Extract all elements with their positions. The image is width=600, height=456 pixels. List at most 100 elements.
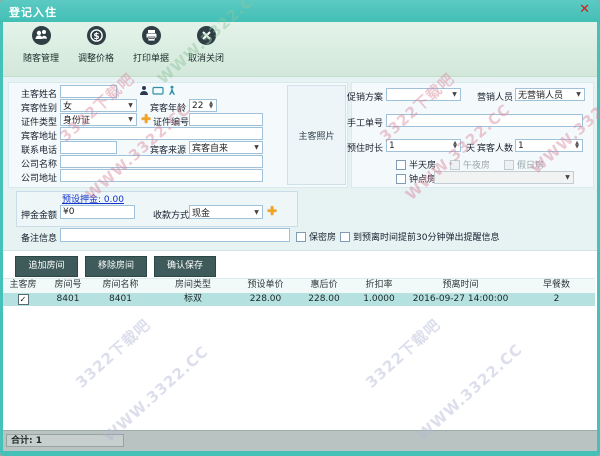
phone-label: 联系电话 [12,143,57,156]
toolbar-button-label: 调整价格 [71,51,121,64]
address-input[interactable] [60,127,263,140]
toolbar-button-label: 随客管理 [16,51,66,64]
preset-deposit-link[interactable]: 预设押金: 0.00 [62,192,124,205]
column-header-9[interactable]: 早餐数 [518,279,595,293]
hourly-select[interactable]: ▼ [434,171,574,184]
room-table-header: 主客房房间号房间名称房间类型预设单价惠后价折扣率预离时间早餐数 [3,278,595,294]
walking-person-icon[interactable] [167,85,177,96]
duration-stepper[interactable]: 1 ▲▼ [386,139,461,152]
payment-method-label: 收款方式 [153,208,189,221]
holiday-checkbox[interactable]: 假日房 [504,158,544,171]
checkin-window: 登记入住 ✕ 随客管理 $ 调整价格 打印单据 取消关闭 [0,0,600,456]
table-cell: 1.0000 [355,293,403,306]
add-room-button[interactable]: 追加房间 [15,256,78,277]
close-icon[interactable]: ✕ [579,3,590,17]
x-icon [197,26,216,45]
guest-photo-label: 主客照片 [298,129,334,142]
column-header-8[interactable]: 预离时间 [403,279,518,293]
table-cell: 2 [518,293,595,306]
chevron-down-icon: ▼ [562,174,573,181]
name-label: 主客姓名 [12,87,57,100]
marketer-select[interactable]: 无营销人员▼ [515,88,585,101]
duration-label: 预住时长 [347,141,383,154]
table-row[interactable]: ✓84018401标双228.00228.001.00002016-09-27 … [3,293,595,306]
manual-no-label: 手工单号 [347,116,383,129]
midnight-checkbox[interactable]: 午夜房 [450,158,490,171]
age-label: 宾客年龄 [150,101,186,114]
adjust-price-button[interactable]: $ 调整价格 [71,26,121,72]
deposit-amount-input[interactable] [60,205,135,219]
toolbar: 随客管理 $ 调整价格 打印单据 取消关闭 [3,22,597,77]
marketer-label: 营销人员 [477,90,513,103]
spinner-arrows-icon[interactable]: ▲▼ [572,142,582,149]
chevron-down-icon: ▼ [125,116,136,123]
window-title: 登记入住 [9,4,57,20]
promo-select[interactable]: ▼ [386,88,461,101]
hourly-checkbox[interactable]: 钟点房 [396,172,436,185]
column-header-5[interactable]: 预设单价 [238,279,293,293]
departure-reminder-checkbox[interactable]: 到预离时间提前30分钟弹出提醒信息 [340,230,499,243]
toolbar-button-label: 取消关闭 [181,51,231,64]
chevron-down-icon: ▼ [125,102,136,109]
column-header-6[interactable]: 惠后价 [293,279,355,293]
add-id-icon[interactable]: ✚ [141,113,151,125]
spinner-arrows-icon[interactable]: ▲▼ [450,142,460,149]
remark-input[interactable] [60,228,290,242]
id-number-input[interactable] [189,113,263,126]
address-label: 宾客地址 [12,129,57,142]
column-header-4[interactable]: 房间类型 [148,279,238,293]
company-address-label: 公司地址 [12,171,57,184]
manual-no-input[interactable] [386,114,583,127]
dollar-icon: $ [87,26,106,45]
toolbar-button-label: 打印单据 [126,51,176,64]
chevron-down-icon: ▼ [251,144,262,151]
gender-select[interactable]: 女▼ [60,99,137,112]
id-type-select[interactable]: 身份证▼ [60,113,137,126]
print-receipt-button[interactable]: 打印单据 [126,26,176,72]
column-header-7[interactable]: 折扣率 [355,279,403,293]
svg-text:$: $ [93,32,99,42]
checkbox-icon [396,160,406,170]
phone-input[interactable] [60,141,117,154]
remove-room-button[interactable]: 移除房间 [85,256,147,277]
column-header-3[interactable]: 房间名称 [93,279,148,293]
people-icon [32,26,51,45]
id-card-icon[interactable] [152,85,164,96]
table-cell: 2016-09-27 14:00:00 [403,293,518,306]
spinner-arrows-icon[interactable]: ▲▼ [206,102,216,109]
checkbox-icon [504,160,514,170]
promo-label: 促销方案 [347,90,383,103]
chevron-down-icon: ▼ [573,91,584,98]
confirm-save-button[interactable]: 确认保存 [154,256,216,277]
column-header-1[interactable]: 主客房 [3,279,43,293]
main-room-checkbox[interactable]: ✓ [18,294,29,305]
checkbox-icon [340,232,350,242]
half-day-checkbox[interactable]: 半天房 [396,158,436,171]
id-type-label: 证件类型 [12,115,57,128]
checkbox-icon [296,232,306,242]
company-address-input[interactable] [60,169,263,182]
add-payment-icon[interactable]: ✚ [267,205,277,217]
chevron-down-icon: ▼ [449,91,460,98]
gender-label: 宾客性别 [12,101,57,114]
secret-room-checkbox[interactable]: 保密房 [296,230,336,243]
companion-manage-button[interactable]: 随客管理 [16,26,66,72]
checkbox-icon [396,174,406,184]
person-icon[interactable] [139,85,149,96]
payment-method-select[interactable]: 现金▼ [189,205,263,219]
printer-icon [142,26,161,45]
guest-count-label: 宾客人数 [477,141,513,154]
guest-photo-area: 主客照片 [287,85,346,185]
source-select[interactable]: 宾客自来▼ [189,141,263,154]
table-cell: 228.00 [293,293,355,306]
cancel-close-button[interactable]: 取消关闭 [181,26,231,72]
column-header-2[interactable]: 房间号 [43,279,93,293]
room-table-panel: 追加房间 移除房间 确认保存 主客房房间号房间名称房间类型预设单价惠后价折扣率预… [3,250,597,431]
title-bar: 登记入住 ✕ [0,0,600,22]
table-cell: 标双 [148,293,238,306]
age-stepper[interactable]: 22 ▲▼ [189,99,217,112]
company-name-input[interactable] [60,155,263,168]
name-input[interactable] [60,85,117,98]
company-name-label: 公司名称 [12,157,57,170]
guest-count-stepper[interactable]: 1 ▲▼ [515,139,583,152]
